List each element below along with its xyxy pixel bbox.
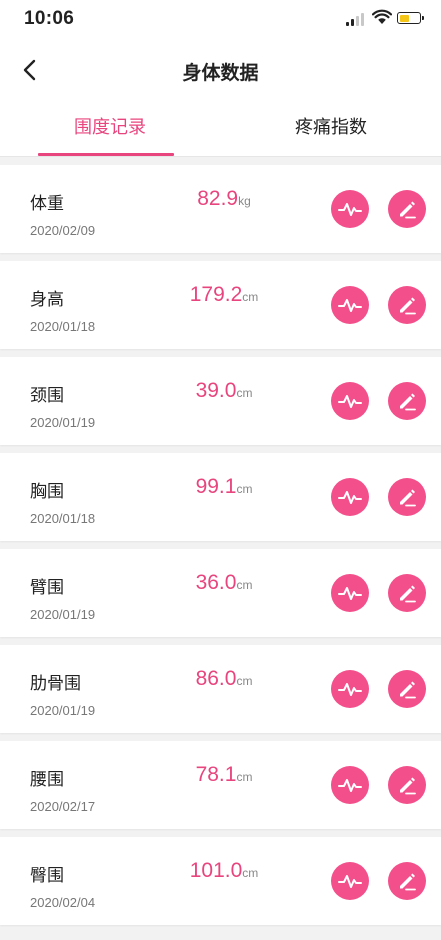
pencil-icon xyxy=(400,681,416,699)
wifi-icon xyxy=(372,9,392,24)
value-number: 78.1 xyxy=(195,763,237,786)
body-data-screen: 10:06 身体数据 围度记录 疼痛指数 体重 2020/02/09 82.9k… xyxy=(0,0,441,940)
trend-chart-button[interactable] xyxy=(331,478,369,516)
line-chart-icon xyxy=(338,299,362,312)
pencil-icon xyxy=(400,777,416,795)
trend-chart-button[interactable] xyxy=(331,670,369,708)
navigation-bar: 身体数据 xyxy=(0,40,441,100)
record-value: 99.1cm xyxy=(150,475,298,499)
value-unit: cm xyxy=(242,290,259,304)
line-chart-icon xyxy=(338,395,362,408)
tab-girth-records[interactable]: 围度记录 xyxy=(0,100,220,156)
pencil-icon xyxy=(400,393,416,411)
record-date: 2020/02/17 xyxy=(30,799,96,814)
edit-button[interactable] xyxy=(388,478,426,516)
record-name: 颈围 xyxy=(30,386,64,406)
record-name: 臀围 xyxy=(30,866,64,886)
record-name: 肋骨围 xyxy=(30,674,81,694)
value-number: 86.0 xyxy=(195,667,237,690)
active-tab-indicator xyxy=(38,153,174,156)
value-unit: cm xyxy=(242,866,259,880)
pencil-icon xyxy=(400,585,416,603)
record-name: 臂围 xyxy=(30,578,64,598)
value-unit: cm xyxy=(236,482,253,496)
value-unit: kg xyxy=(238,194,251,208)
cellular-signal-icon xyxy=(346,12,366,26)
edit-button[interactable] xyxy=(388,862,426,900)
line-chart-icon xyxy=(338,491,362,504)
value-unit: cm xyxy=(236,386,253,400)
edit-button[interactable] xyxy=(388,382,426,420)
record-value: 82.9kg xyxy=(150,187,298,211)
record-name: 腰围 xyxy=(30,770,64,790)
tab-pain-index[interactable]: 疼痛指数 xyxy=(221,100,441,156)
value-number: 36.0 xyxy=(195,571,237,594)
record-date: 2020/01/19 xyxy=(30,415,96,430)
list-item: 胸围 2020/01/18 99.1cm xyxy=(0,453,441,541)
line-chart-icon xyxy=(338,683,362,696)
value-number: 179.2 xyxy=(189,283,243,306)
pencil-icon xyxy=(400,873,416,891)
edit-button[interactable] xyxy=(388,670,426,708)
value-number: 82.9 xyxy=(197,187,239,210)
trend-chart-button[interactable] xyxy=(331,190,369,228)
record-date: 2020/01/18 xyxy=(30,319,96,334)
record-value: 36.0cm xyxy=(150,571,298,595)
status-bar: 10:06 xyxy=(0,0,441,40)
trend-chart-button[interactable] xyxy=(331,574,369,612)
record-date: 2020/01/18 xyxy=(30,511,96,526)
value-unit: cm xyxy=(236,770,253,784)
line-chart-icon xyxy=(338,875,362,888)
value-unit: cm xyxy=(236,674,253,688)
list-item: 身高 2020/01/18 179.2cm xyxy=(0,261,441,349)
line-chart-icon xyxy=(338,587,362,600)
record-value: 101.0cm xyxy=(150,859,298,883)
value-unit: cm xyxy=(236,578,253,592)
pencil-icon xyxy=(400,201,416,219)
value-number: 39.0 xyxy=(195,379,237,402)
line-chart-icon xyxy=(338,203,362,216)
list-item: 肋骨围 2020/01/19 86.0cm xyxy=(0,645,441,733)
pencil-icon xyxy=(400,297,416,315)
status-time: 10:06 xyxy=(24,8,75,29)
list-item: 体重 2020/02/09 82.9kg xyxy=(0,165,441,253)
value-number: 101.0 xyxy=(189,859,243,882)
record-value: 78.1cm xyxy=(150,763,298,787)
edit-button[interactable] xyxy=(388,286,426,324)
record-name: 身高 xyxy=(30,290,64,310)
record-date: 2020/02/04 xyxy=(30,895,96,910)
record-name: 胸围 xyxy=(30,482,64,502)
record-value: 179.2cm xyxy=(150,283,298,307)
list-item: 腰围 2020/02/17 78.1cm xyxy=(0,741,441,829)
edit-button[interactable] xyxy=(388,574,426,612)
list-item: 臂围 2020/01/19 36.0cm xyxy=(0,549,441,637)
list-item: 臀围 2020/02/04 101.0cm xyxy=(0,837,441,925)
record-date: 2020/02/09 xyxy=(30,223,96,238)
line-chart-icon xyxy=(338,779,362,792)
trend-chart-button[interactable] xyxy=(331,382,369,420)
battery-icon xyxy=(397,12,424,24)
trend-chart-button[interactable] xyxy=(331,766,369,804)
page-title: 身体数据 xyxy=(182,62,259,84)
edit-button[interactable] xyxy=(388,766,426,804)
list-item: 颈围 2020/01/19 39.0cm xyxy=(0,357,441,445)
pencil-icon xyxy=(400,489,416,507)
tab-bar: 围度记录 疼痛指数 xyxy=(0,100,441,157)
trend-chart-button[interactable] xyxy=(331,862,369,900)
value-number: 99.1 xyxy=(195,475,237,498)
record-value: 39.0cm xyxy=(150,379,298,403)
record-name: 体重 xyxy=(30,194,64,214)
edit-button[interactable] xyxy=(388,190,426,228)
trend-chart-button[interactable] xyxy=(331,286,369,324)
record-value: 86.0cm xyxy=(150,667,298,691)
record-date: 2020/01/19 xyxy=(30,703,96,718)
record-date: 2020/01/19 xyxy=(30,607,96,622)
